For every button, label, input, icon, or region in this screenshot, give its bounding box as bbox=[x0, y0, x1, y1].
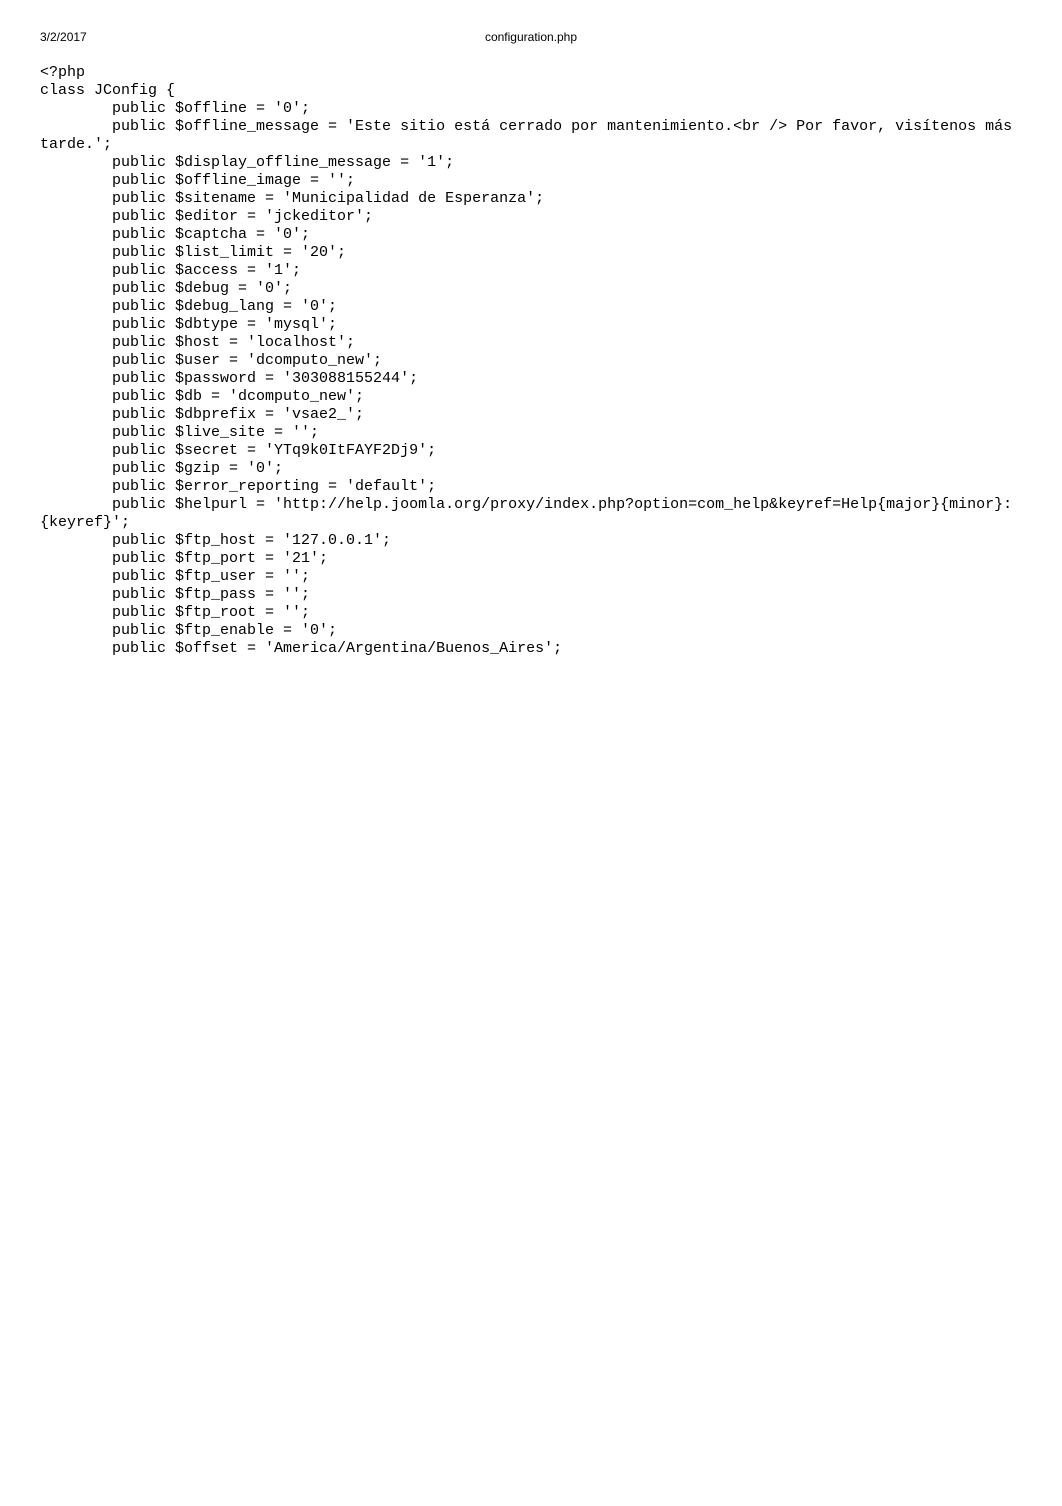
header-title: configuration.php bbox=[485, 30, 577, 44]
header-date: 3/2/2017 bbox=[40, 30, 87, 44]
document-page: 3/2/2017 configuration.php <?php class J… bbox=[0, 0, 1062, 1506]
document-header: 3/2/2017 configuration.php bbox=[40, 30, 1022, 44]
code-block: <?php class JConfig { public $offline = … bbox=[40, 64, 1022, 658]
